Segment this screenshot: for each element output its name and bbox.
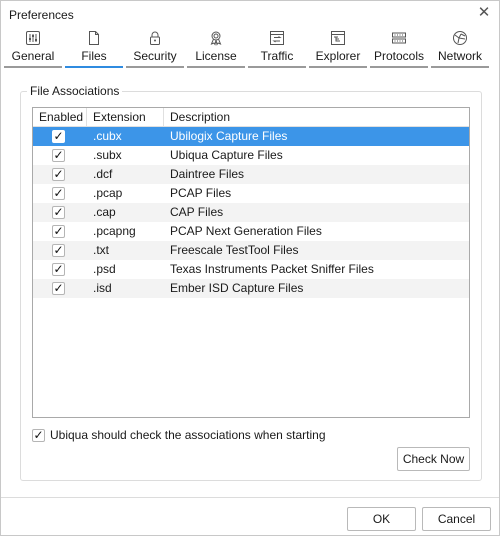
table-row[interactable]: ✓ .pcapng PCAP Next Generation Files	[33, 222, 469, 241]
close-icon[interactable]: ✕	[477, 5, 491, 20]
network-globe-icon	[453, 31, 467, 45]
tab-security[interactable]: Security	[126, 28, 184, 68]
file-associations-table: Enabled Extension Description ✓ .cubx Ubil…	[32, 107, 470, 418]
extension-cell: .cubx	[93, 129, 122, 143]
extension-cell: .pcap	[93, 186, 123, 200]
tab-explorer[interactable]: Explorer	[309, 28, 367, 68]
tab-label: Security	[133, 49, 177, 63]
description-cell: CAP Files	[170, 205, 224, 219]
enabled-cell: ✓	[33, 241, 87, 260]
dialog-title: Preferences	[9, 8, 74, 22]
ok-button[interactable]: OK	[347, 507, 416, 531]
column-header-extension[interactable]: Extension	[87, 108, 164, 126]
tab-label: Protocols	[373, 49, 425, 63]
enabled-cell: ✓	[33, 260, 87, 279]
description-cell: PCAP Files	[170, 186, 232, 200]
award-ribbon-icon	[210, 31, 222, 46]
description-cell: Ubiqua Capture Files	[170, 148, 283, 162]
extension-cell: .pcapng	[93, 224, 136, 238]
tab-label: License	[195, 49, 237, 63]
table-row[interactable]: ✓ .pcap PCAP Files	[33, 184, 469, 203]
extension-cell: .cap	[93, 205, 116, 219]
table-row[interactable]: ✓ .txt Freescale TestTool Files	[33, 241, 469, 260]
description-cell: Texas Instruments Packet Sniffer Files	[170, 262, 374, 276]
protocols-stack-icon	[392, 32, 406, 44]
enabled-checkbox[interactable]: ✓	[52, 168, 65, 181]
enabled-checkbox[interactable]: ✓	[52, 206, 65, 219]
tab-label: Files	[81, 49, 107, 63]
table-row[interactable]: ✓ .isd Ember ISD Capture Files	[33, 279, 469, 298]
check-on-start-checkbox[interactable]: ✓	[32, 428, 45, 442]
description-cell: PCAP Next Generation Files	[170, 224, 322, 238]
enabled-checkbox[interactable]: ✓	[52, 225, 65, 238]
footer-divider	[1, 497, 499, 498]
tab-label: Network	[437, 49, 482, 63]
tab-network[interactable]: Network	[431, 28, 489, 68]
enabled-checkbox[interactable]: ✓	[52, 263, 65, 276]
sliders-icon	[26, 31, 40, 45]
enabled-cell: ✓	[33, 279, 87, 298]
check-on-start-label: Ubiqua should check the associations whe…	[50, 428, 326, 442]
extension-cell: .dcf	[93, 167, 113, 181]
enabled-checkbox[interactable]: ✓	[52, 187, 65, 200]
tab-label: Traffic	[260, 49, 294, 63]
table-header: Enabled Extension Description	[33, 108, 469, 127]
enabled-cell: ✓	[33, 184, 87, 203]
group-title: File Associations	[27, 84, 123, 98]
extension-cell: .txt	[93, 243, 110, 257]
table-row[interactable]: ✓ .subx Ubiqua Capture Files	[33, 146, 469, 165]
tab-files[interactable]: Files	[65, 28, 123, 68]
tab-general[interactable]: General	[4, 28, 62, 68]
check-on-start-option[interactable]: ✓ Ubiqua should check the associations w…	[32, 427, 326, 443]
preferences-dialog: Preferences ✕ General Files Security Lic…	[0, 0, 500, 536]
table-body: ✓ .cubx Ubilogix Capture Files ✓ .subx Ubiqua…	[33, 127, 469, 298]
enabled-cell: ✓	[33, 165, 87, 184]
title-bar: Preferences ✕	[1, 1, 499, 27]
extension-cell: .isd	[93, 281, 112, 295]
description-cell: Ubilogix Capture Files	[170, 129, 288, 143]
description-cell: Daintree Files	[170, 167, 245, 181]
table-row[interactable]: ✓ .psd Texas Instruments Packet Sniffer Fi…	[33, 260, 469, 279]
enabled-checkbox[interactable]: ✓	[52, 130, 65, 143]
enabled-checkbox[interactable]: ✓	[52, 244, 65, 257]
enabled-cell: ✓	[33, 222, 87, 241]
cancel-button[interactable]: Cancel	[422, 507, 491, 531]
preferences-tabs: General Files Security License Traffic E…	[4, 28, 498, 68]
table-row[interactable]: ✓ .cubx Ubilogix Capture Files	[33, 127, 469, 146]
tab-license[interactable]: License	[187, 28, 245, 68]
enabled-checkbox[interactable]: ✓	[52, 149, 65, 162]
tab-traffic[interactable]: Traffic	[248, 28, 306, 68]
lock-icon	[150, 31, 160, 45]
explorer-tree-icon	[331, 31, 345, 45]
traffic-window-icon	[270, 31, 284, 45]
column-header-description[interactable]: Description	[164, 108, 469, 126]
extension-cell: .psd	[93, 262, 116, 276]
enabled-cell: ✓	[33, 146, 87, 165]
description-cell: Freescale TestTool Files	[170, 243, 299, 257]
enabled-cell: ✓	[33, 127, 87, 146]
check-now-button[interactable]: Check Now	[397, 447, 470, 471]
table-row[interactable]: ✓ .dcf Daintree Files	[33, 165, 469, 184]
column-header-enabled[interactable]: Enabled	[33, 108, 87, 126]
file-icon	[89, 31, 99, 45]
tab-label: General	[11, 49, 55, 63]
tab-label: Explorer	[315, 49, 361, 63]
enabled-cell: ✓	[33, 203, 87, 222]
description-cell: Ember ISD Capture Files	[170, 281, 304, 295]
table-row[interactable]: ✓ .cap CAP Files	[33, 203, 469, 222]
extension-cell: .subx	[93, 148, 122, 162]
enabled-checkbox[interactable]: ✓	[52, 282, 65, 295]
tab-protocols[interactable]: Protocols	[370, 28, 428, 68]
